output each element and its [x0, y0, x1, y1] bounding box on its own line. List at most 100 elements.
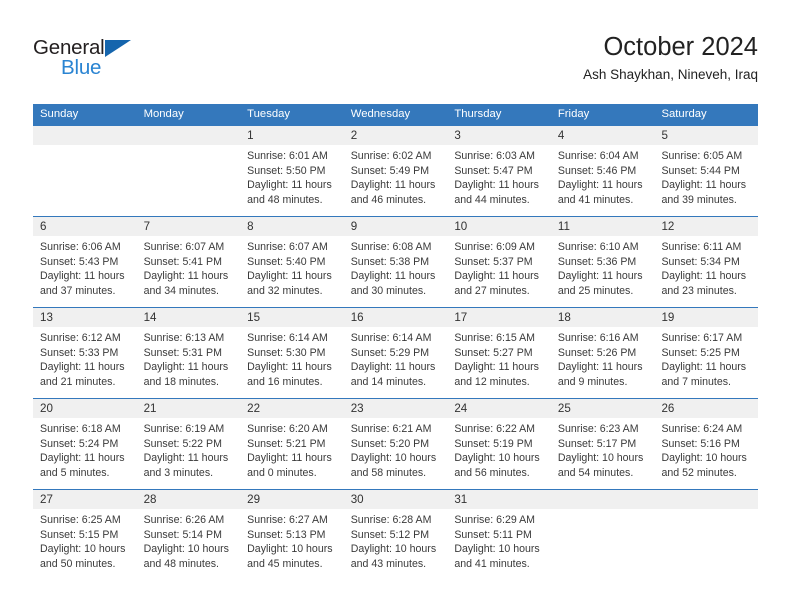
sunrise-text: Sunrise: 6:26 AM	[143, 514, 225, 526]
sunrise-text: Sunrise: 6:07 AM	[247, 241, 328, 253]
day-cell: Sunrise: 6:25 AM Sunset: 5:15 PM Dayligh…	[33, 509, 137, 580]
sunset-text: Sunset: 5:40 PM	[247, 255, 326, 268]
day-cell: Sunrise: 6:26 AM Sunset: 5:14 PM Dayligh…	[137, 509, 241, 580]
day-number: 2	[350, 129, 358, 142]
daylight-text-cont: and 43 minutes.	[350, 557, 427, 570]
daylight-text: Daylight: 11 hours	[247, 361, 332, 374]
day-number: 5	[661, 129, 668, 142]
daylight-text: Daylight: 11 hours	[247, 452, 332, 465]
daylight-text-cont: and 45 minutes.	[247, 557, 323, 570]
day-number: 21	[143, 402, 157, 415]
sunrise-text: Sunrise: 6:21 AM	[350, 423, 432, 435]
calendar-grid: Sunday Monday Tuesday Wednesday Thursday…	[33, 104, 758, 580]
daylight-text-cont: and 0 minutes.	[247, 466, 317, 479]
sunrise-text: Sunrise: 6:24 AM	[661, 423, 743, 435]
daylight-text-cont: and 50 minutes.	[40, 557, 116, 570]
daylight-text: Daylight: 10 hours	[143, 543, 229, 556]
week-row: 20 21 22 23 24 25 26 Sunrise: 6:18 AM Su…	[33, 398, 758, 489]
day-number: 4	[557, 129, 565, 142]
sunset-text: Sunset: 5:50 PM	[247, 164, 326, 177]
day-number: 16	[350, 311, 364, 324]
daylight-text: Daylight: 11 hours	[454, 361, 539, 374]
daylight-text: Daylight: 11 hours	[454, 270, 539, 283]
sunrise-text: Sunrise: 6:25 AM	[40, 514, 121, 526]
daylight-text-cont: and 48 minutes.	[143, 557, 219, 570]
daylight-text-cont: and 34 minutes.	[143, 284, 219, 297]
sunset-text: Sunset: 5:11 PM	[454, 528, 532, 541]
sunset-text: Sunset: 5:43 PM	[40, 255, 119, 268]
daylight-text-cont: and 21 minutes.	[40, 375, 116, 388]
sunrise-text: Sunrise: 6:01 AM	[247, 150, 328, 162]
daylight-text-cont: and 7 minutes.	[661, 375, 731, 388]
daylight-text-cont: and 23 minutes.	[661, 284, 737, 297]
day-cell: Sunrise: 6:05 AM Sunset: 5:44 PM Dayligh…	[654, 145, 758, 216]
day-number-row: 20 21 22 23 24 25 26	[33, 399, 758, 418]
weekday-wednesday: Wednesday	[350, 108, 411, 120]
sunset-text: Sunset: 5:44 PM	[661, 164, 740, 177]
day-number: 9	[350, 220, 358, 233]
daylight-text-cont: and 41 minutes.	[454, 557, 530, 570]
page-title: October 2024	[603, 33, 758, 61]
daylight-text: Daylight: 10 hours	[350, 543, 437, 556]
sunrise-text: Sunrise: 6:06 AM	[40, 241, 121, 253]
daylight-text-cont: and 52 minutes.	[661, 466, 737, 479]
day-cell: Sunrise: 6:21 AM Sunset: 5:20 PM Dayligh…	[344, 418, 448, 489]
day-cell: Sunrise: 6:17 AM Sunset: 5:25 PM Dayligh…	[654, 327, 758, 398]
daylight-text: Daylight: 10 hours	[350, 452, 437, 465]
day-number: 10	[454, 220, 468, 233]
daylight-text-cont: and 12 minutes.	[454, 375, 530, 388]
day-cell	[33, 145, 137, 216]
day-number: 14	[143, 311, 157, 324]
day-number-row: 6 7 8 9 10 11 12	[33, 217, 758, 236]
daylight-text: Daylight: 11 hours	[661, 361, 747, 374]
daylight-text-cont: and 30 minutes.	[350, 284, 427, 297]
sunrise-text: Sunrise: 6:08 AM	[350, 241, 432, 253]
daylight-text: Daylight: 10 hours	[454, 452, 540, 465]
day-cell: Sunrise: 6:14 AM Sunset: 5:29 PM Dayligh…	[344, 327, 448, 398]
daylight-text-cont: and 46 minutes.	[350, 193, 427, 206]
daylight-text-cont: and 18 minutes.	[143, 375, 219, 388]
sunset-text: Sunset: 5:41 PM	[143, 255, 222, 268]
daylight-text: Daylight: 11 hours	[40, 452, 125, 465]
day-number: 18	[557, 311, 571, 324]
sunrise-text: Sunrise: 6:29 AM	[454, 514, 535, 526]
day-cell: Sunrise: 6:07 AM Sunset: 5:40 PM Dayligh…	[240, 236, 344, 307]
day-cell: Sunrise: 6:13 AM Sunset: 5:31 PM Dayligh…	[137, 327, 241, 398]
day-detail-row: Sunrise: 6:12 AM Sunset: 5:33 PM Dayligh…	[33, 327, 758, 398]
daylight-text: Daylight: 11 hours	[143, 270, 229, 283]
day-cell: Sunrise: 6:14 AM Sunset: 5:30 PM Dayligh…	[240, 327, 344, 398]
day-cell: Sunrise: 6:24 AM Sunset: 5:16 PM Dayligh…	[654, 418, 758, 489]
day-cell: Sunrise: 6:29 AM Sunset: 5:11 PM Dayligh…	[447, 509, 551, 580]
day-cell: Sunrise: 6:09 AM Sunset: 5:37 PM Dayligh…	[447, 236, 551, 307]
day-cell: Sunrise: 6:06 AM Sunset: 5:43 PM Dayligh…	[33, 236, 137, 307]
day-number	[654, 490, 758, 509]
weekday-friday: Friday	[557, 108, 590, 120]
sunset-text: Sunset: 5:36 PM	[557, 255, 637, 268]
daylight-text-cont: and 44 minutes.	[454, 193, 530, 206]
logo-text-blue: Blue	[61, 56, 102, 79]
day-number	[551, 490, 655, 509]
sunset-text: Sunset: 5:20 PM	[350, 437, 430, 450]
sunset-text: Sunset: 5:46 PM	[557, 164, 637, 177]
sunset-text: Sunset: 5:34 PM	[661, 255, 740, 268]
weekday-monday: Monday	[143, 108, 184, 120]
day-cell	[551, 509, 655, 580]
weekday-thursday: Thursday	[454, 108, 502, 120]
day-cell: Sunrise: 6:19 AM Sunset: 5:22 PM Dayligh…	[137, 418, 241, 489]
day-number-row: 27 28 29 30 31	[33, 490, 758, 509]
sunrise-text: Sunrise: 6:14 AM	[247, 332, 328, 344]
day-number: 26	[661, 402, 675, 415]
sunset-text: Sunset: 5:29 PM	[350, 346, 430, 359]
sunrise-text: Sunrise: 6:07 AM	[143, 241, 225, 253]
day-number: 11	[557, 220, 570, 233]
daylight-text: Daylight: 10 hours	[454, 543, 540, 556]
sunrise-text: Sunrise: 6:28 AM	[350, 514, 432, 526]
sunset-text: Sunset: 5:31 PM	[143, 346, 222, 359]
weekday-saturday: Saturday	[661, 108, 707, 120]
sunset-text: Sunset: 5:26 PM	[557, 346, 637, 359]
daylight-text-cont: and 16 minutes.	[247, 375, 323, 388]
day-cell: Sunrise: 6:03 AM Sunset: 5:47 PM Dayligh…	[447, 145, 551, 216]
week-row: 1 2 3 4 5 Sunrise: 6:01 AM Sunset: 5:50 …	[33, 125, 758, 216]
sunrise-text: Sunrise: 6:15 AM	[454, 332, 535, 344]
day-number	[137, 126, 241, 145]
